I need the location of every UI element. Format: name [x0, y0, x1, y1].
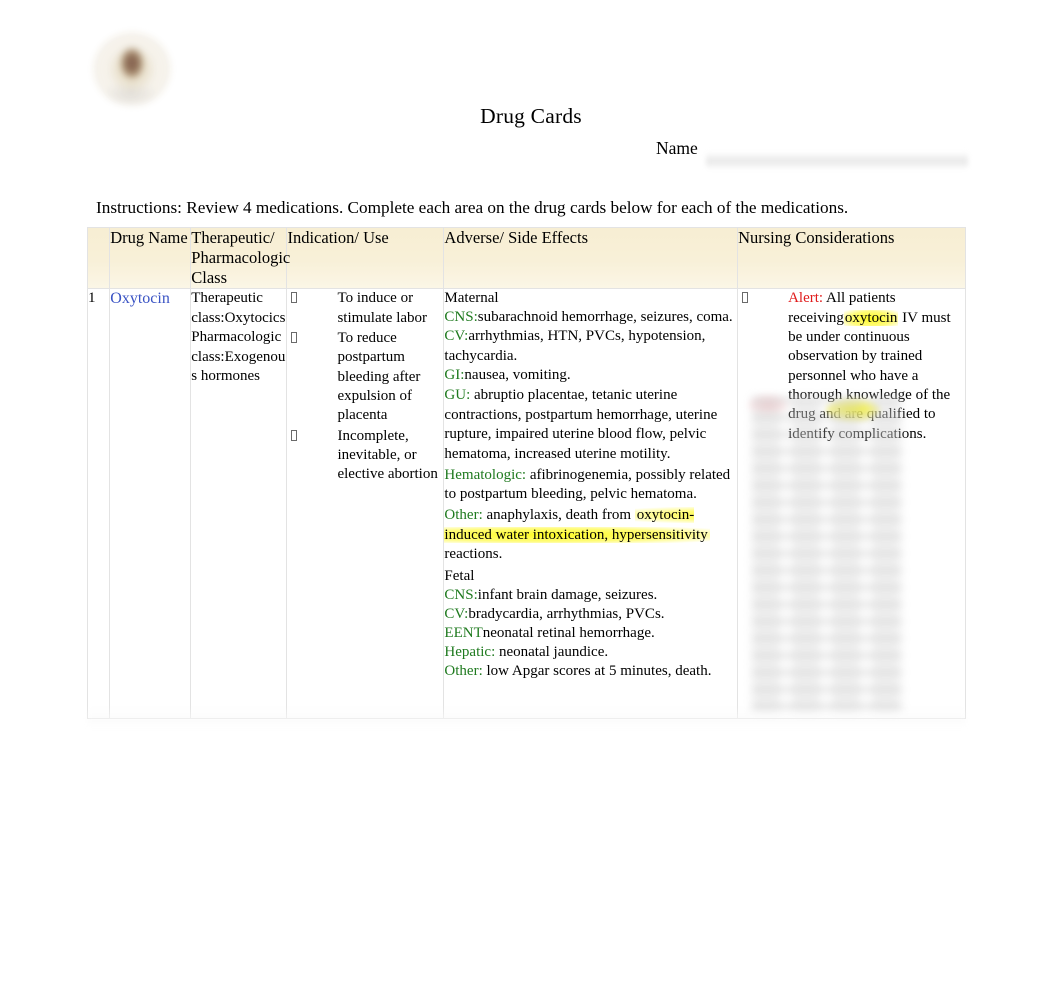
adverse-maternal-gi: GI:nausea, vomiting. [444, 366, 737, 385]
indication-list: To induce or stimulate labor To reduce p… [287, 289, 443, 484]
system-label: Hepatic: [444, 644, 496, 661]
system-text: anaphylaxis, death from [482, 506, 635, 523]
cell-adverse-effects: Maternal CNS:subarachnoid hemorrhage, se… [443, 288, 739, 720]
system-label: CNS: [444, 586, 478, 603]
header-adverse: Adverse/ Side Effects [443, 226, 739, 290]
system-label: Hematologic: [444, 466, 527, 483]
cell-indication: To induce or stimulate labor To reduce p… [286, 288, 445, 720]
alert-text-post: IV must be under continuous observation … [788, 309, 951, 442]
system-label: CNS: [444, 309, 478, 326]
header-class: Therapeutic/ Pharmacologic Class [190, 226, 291, 290]
alert-label: Alert: [788, 290, 824, 307]
adverse-fetal-cns: CNS:infant brain damage, seizures. [444, 586, 737, 605]
system-label: CV: [444, 328, 469, 345]
system-text-tail: reactions. [444, 546, 503, 563]
header-drug-name: Drug Name [109, 226, 192, 290]
system-text: infant brain damage, seizures. [477, 586, 658, 603]
system-text: abruptio placentae, tetanic uterine cont… [444, 387, 718, 462]
table-header-row: Drug Name Therapeutic/ Pharmacologic Cla… [86, 226, 966, 290]
drug-cards-table: Drug Name Therapeutic/ Pharmacologic Cla… [86, 226, 966, 720]
header-nursing: Nursing Considerations [737, 226, 966, 290]
therapeutic-class-value: Oxytocics [224, 309, 286, 326]
adverse-fetal-cv: CV:bradycardia, arrhythmias, PVCs. [444, 605, 737, 624]
fetal-heading: Fetal [444, 567, 475, 584]
adverse-maternal-cns: CNS:subarachnoid hemorrhage, seizures, c… [444, 308, 737, 327]
highlighted-text: oxytocin [843, 309, 899, 326]
list-item: To induce or stimulate labor [287, 289, 443, 328]
header-indication: Indication/ Use [286, 226, 445, 290]
adverse-maternal-hematologic: Hematologic: afibrinogenemia, possibly r… [444, 466, 737, 505]
instructions-text: Instructions: Review 4 medications. Comp… [96, 198, 849, 217]
system-text: neonatal jaundice. [495, 644, 609, 661]
nursing-redaction-overlay [752, 397, 903, 714]
system-text: low Apgar scores at 5 minutes, death. [482, 663, 712, 680]
adverse-maternal-other: Other: anaphylaxis, death from oxytocin-… [444, 506, 737, 565]
adverse-fetal-eent: EENTneonatal retinal hemorrhage. [444, 624, 737, 643]
list-item: Incomplete, inevitable, or elective abor… [287, 427, 443, 485]
document-page: Drug Cards Name Instructions: Review 4 m… [0, 0, 1062, 1006]
adverse-maternal-gu: GU: abruptio placentae, tetanic uterine … [444, 386, 737, 465]
school-crest-logo-icon [93, 32, 171, 106]
system-text: arrhythmias, HTN, PVCs, hypotension, tac… [444, 328, 706, 364]
table-row: 1 Oxytocin Therapeutic class:Oxytocics P… [86, 288, 966, 720]
page-title: Drug Cards [480, 104, 582, 128]
adverse-maternal-cv: CV:arrhythmias, HTN, PVCs, hypotension, … [444, 327, 737, 365]
system-label: GI: [444, 366, 465, 383]
maternal-heading: Maternal [444, 290, 499, 307]
cell-class: Therapeutic class:Oxytocics Pharmacologi… [190, 288, 288, 720]
name-label: Name [656, 138, 698, 158]
drug-name-link[interactable]: Oxytocin [110, 290, 170, 307]
cell-drug-name: Oxytocin [109, 288, 192, 720]
system-label: GU: [444, 387, 471, 404]
system-text: bradycardia, arrhythmias, PVCs. [468, 605, 665, 622]
adverse-fetal-other: Other: low Apgar scores at 5 minutes, de… [444, 662, 737, 681]
system-text: neonatal retinal hemorrhage. [482, 625, 655, 642]
cell-nursing-considerations: Alert: All patients receivingoxytocin IV… [737, 288, 966, 720]
system-label: Other: [444, 506, 483, 523]
name-redaction-overlay [706, 152, 968, 169]
system-label: Other: [444, 663, 483, 680]
system-text: subarachnoid hemorrhage, seizures, coma. [477, 309, 733, 326]
system-text: nausea, vomiting. [464, 366, 571, 383]
table-body: 1 Oxytocin Therapeutic class:Oxytocics P… [86, 288, 966, 720]
table-header: Drug Name Therapeutic/ Pharmacologic Cla… [86, 226, 966, 290]
system-label: EENT [444, 625, 483, 642]
adverse-fetal-hepatic: Hepatic: neonatal jaundice. [444, 643, 737, 662]
header-number [86, 226, 111, 290]
system-label: CV: [444, 605, 469, 622]
list-item: To reduce postpartum bleeding after expu… [287, 329, 443, 426]
row-number: 1 [86, 288, 111, 720]
